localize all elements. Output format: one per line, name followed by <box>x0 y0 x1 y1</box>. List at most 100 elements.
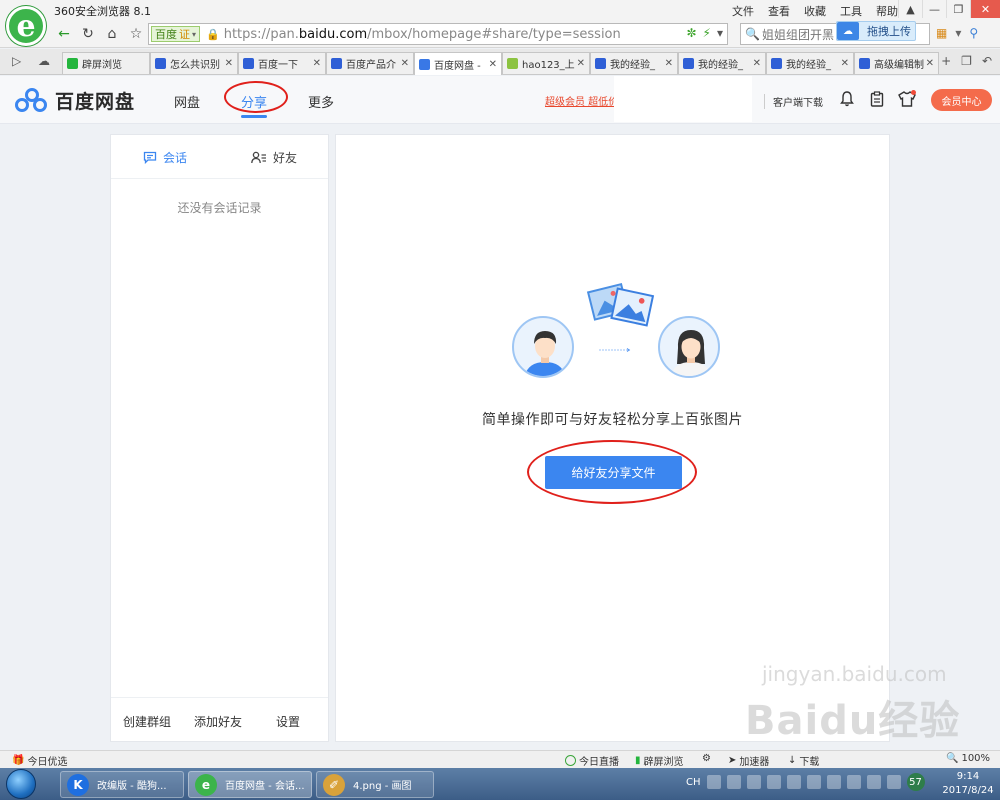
compat-mode-icon[interactable]: ✼ <box>686 26 696 40</box>
tab-baidu-products[interactable]: 百度产品介 ✕ <box>326 52 414 74</box>
user-avatar-male <box>512 316 574 378</box>
tab-friends[interactable]: 好友 <box>251 149 297 166</box>
address-bar[interactable]: 百度证 ▾ 🔒 https://pan.baidu.com/mbox/homepa… <box>148 23 728 45</box>
ime-icon[interactable] <box>706 775 721 789</box>
tab-close-icon[interactable]: ✕ <box>489 59 497 70</box>
task-kugou[interactable]: K 改编版 - 酷狗... <box>60 771 184 798</box>
zoom-search-icon[interactable]: ⚲ <box>969 26 978 40</box>
refresh-icon[interactable]: ↻ <box>78 24 98 44</box>
today-picks[interactable]: 🎁 今日优选 <box>12 753 67 768</box>
settings-button[interactable]: 设置 <box>276 713 300 730</box>
tab-close-icon[interactable]: ✕ <box>926 58 934 69</box>
tab-baidu-pan[interactable]: 百度网盘 - ✕ <box>414 52 502 75</box>
tab-screen-browse[interactable]: 辟屏浏览 <box>62 52 150 74</box>
speed-mode-icon[interactable]: ⚡ <box>703 26 711 40</box>
minimize-icon[interactable]: — <box>922 0 946 18</box>
phone-icon <box>67 58 78 69</box>
baidu-paw-icon <box>595 58 606 69</box>
baidu-paw-icon <box>243 58 254 69</box>
undo-close-icon[interactable]: ↶ <box>982 54 992 68</box>
back-icon[interactable]: ← <box>54 24 74 44</box>
menu-tools[interactable]: 工具 <box>840 3 862 19</box>
share-main-panel <box>335 134 890 742</box>
tray-app-icon[interactable] <box>866 775 881 789</box>
language-indicator[interactable]: CH <box>686 777 701 788</box>
task-browser[interactable]: e 百度网盘 - 会话... <box>188 771 312 798</box>
tab-close-icon[interactable]: ✕ <box>313 58 321 69</box>
tab-close-icon[interactable]: ✕ <box>841 58 849 69</box>
skin-icon[interactable]: ▲ <box>898 0 922 18</box>
nav-more[interactable]: 更多 <box>308 92 334 111</box>
tab-session[interactable]: 会话 <box>143 149 187 166</box>
nav-netdisk[interactable]: 网盘 <box>174 92 200 111</box>
pan-logo[interactable]: 百度网盘 <box>15 87 135 114</box>
cloud-sync-icon[interactable]: ☁ <box>38 54 50 68</box>
create-group-button[interactable]: 创建群组 <box>123 713 171 730</box>
new-tab-icon[interactable]: + <box>941 54 951 68</box>
browser-logo-icon[interactable]: e <box>6 6 46 46</box>
add-friend-button[interactable]: 添加好友 <box>194 713 242 730</box>
system-clock[interactable]: 9:14 2017/8/24 <box>938 770 998 798</box>
tab-list-icon[interactable]: ❐ <box>961 54 972 68</box>
tab-close-icon[interactable]: ✕ <box>401 58 409 69</box>
status-gear-icon[interactable]: ⚙ <box>702 753 711 764</box>
tray-app-icon[interactable] <box>726 775 741 789</box>
volume-icon[interactable] <box>826 775 841 789</box>
super-vip-link[interactable]: 超级会员 超低价 <box>545 93 618 108</box>
tab-close-icon[interactable]: ✕ <box>753 58 761 69</box>
menu-favorites[interactable]: 收藏 <box>804 3 826 19</box>
tab-my-experience-1[interactable]: 我的经验_ ✕ <box>590 52 678 74</box>
network-icon[interactable] <box>766 775 781 789</box>
close-icon[interactable]: ✕ <box>970 0 1000 18</box>
drag-upload-chip[interactable]: ☁ 拖拽上传 <box>836 21 916 41</box>
tray-badge[interactable]: 57 <box>906 773 925 791</box>
header-blank-area <box>614 76 752 122</box>
share-description: 简单操作即可与好友轻松分享上百张图片 <box>482 412 743 428</box>
client-download-link[interactable]: 客户端下载 <box>764 94 823 109</box>
task-paint[interactable]: ✐ 4.png - 画图 <box>316 771 434 798</box>
tray-app-icon[interactable] <box>806 775 821 789</box>
downloads[interactable]: ↓ 下载 <box>788 753 819 768</box>
tab-close-icon[interactable]: ✕ <box>225 58 233 69</box>
accelerator[interactable]: ➤ 加速器 <box>728 753 769 768</box>
gift-icon: 🎁 <box>12 755 25 766</box>
bell-icon[interactable] <box>838 90 856 108</box>
shield-icon[interactable] <box>746 775 761 789</box>
search-input[interactable]: 姐姐组团开黑 <box>762 26 834 43</box>
baidu-cloud-icon <box>419 58 430 70</box>
tab-close-icon[interactable]: ✕ <box>665 58 673 69</box>
menu-file[interactable]: 文件 <box>732 3 754 19</box>
url-dropdown-icon[interactable]: ▾ <box>717 26 723 40</box>
kugou-icon: K <box>67 773 89 796</box>
skin-shirt-icon[interactable] <box>898 90 916 108</box>
tab-my-experience-2[interactable]: 我的经验_ ✕ <box>678 52 766 74</box>
tab-recognize[interactable]: 怎么共识别 ✕ <box>150 52 238 74</box>
tab-baidu-search[interactable]: 百度一下 ✕ <box>238 52 326 74</box>
clipboard-icon[interactable] <box>868 90 886 108</box>
tab-my-experience-3[interactable]: 我的经验_ ✕ <box>766 52 854 74</box>
restore-icon[interactable]: ❐ <box>946 0 970 18</box>
tray-app-icon[interactable] <box>886 775 901 789</box>
tray-app-icon[interactable] <box>786 775 801 789</box>
url-text[interactable]: https://pan.baidu.com/mbox/homepage#shar… <box>224 27 621 42</box>
vip-center-button[interactable]: 会员中心 <box>931 89 992 111</box>
site-verify-badge[interactable]: 百度证 ▾ <box>151 26 201 42</box>
menu-help[interactable]: 帮助 <box>876 3 898 19</box>
tray-app-icon[interactable] <box>846 775 861 789</box>
nav-share[interactable]: 分享 <box>241 92 267 111</box>
sidebar-toggle-icon[interactable]: ▷ <box>12 54 21 68</box>
chat-icon <box>143 151 157 164</box>
menu-view[interactable]: 查看 <box>768 3 790 19</box>
tab-hao123[interactable]: hao123_上 ✕ <box>502 52 590 74</box>
apps-dropdown-icon[interactable]: ▾ <box>955 26 961 40</box>
home-icon[interactable]: ⌂ <box>102 24 122 44</box>
share-to-friends-button[interactable]: 给好友分享文件 <box>545 456 682 489</box>
favorite-star-icon[interactable]: ☆ <box>126 24 146 44</box>
tab-close-icon[interactable]: ✕ <box>577 58 585 69</box>
apps-icon[interactable]: ▦ <box>936 26 947 40</box>
zoom-level[interactable]: 🔍 100% <box>946 753 990 764</box>
start-button-icon[interactable] <box>6 769 36 799</box>
screen-browse[interactable]: ▮ 辟屏浏览 <box>635 753 684 768</box>
today-live[interactable]: 今日直播 <box>565 753 619 768</box>
tab-advanced-edit[interactable]: 高级编辑制 ✕ <box>854 52 939 74</box>
